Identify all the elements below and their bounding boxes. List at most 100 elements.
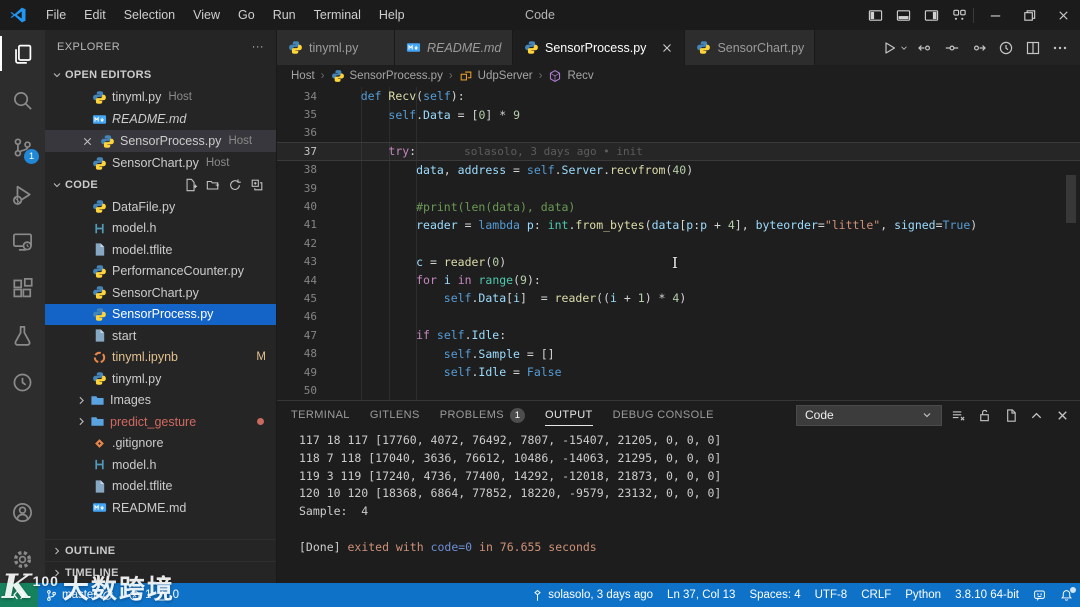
breadcrumb-item[interactable]: Recv [548,69,594,84]
open-editor-item[interactable]: SensorProcess.py Host [45,130,276,152]
breadcrumb-item[interactable]: Host [291,70,315,82]
tree-file[interactable]: PerformanceCounter.py [45,261,276,283]
panel-tab-terminal[interactable]: TERMINAL [291,401,350,429]
tab-readme-md[interactable]: README.md [395,30,513,65]
tab-sensorchart-py[interactable]: SensorChart.py [685,30,816,65]
unlock-icon[interactable] [974,405,994,425]
split-editor-icon[interactable] [1021,36,1045,60]
close-panel-icon[interactable] [1052,405,1072,425]
activity-search[interactable] [0,77,45,124]
panel-tab-debug-console[interactable]: DEBUG CONSOLE [613,401,714,429]
tree-file[interactable]: SensorChart.py [45,282,276,304]
menu-file[interactable]: File [37,0,75,30]
status-cursor-position[interactable]: Ln 37, Col 13 [660,583,742,607]
open-log-file-icon[interactable] [1000,405,1020,425]
menu-run[interactable]: Run [264,0,305,30]
tree-file[interactable]: model.tflite [45,239,276,261]
outline-section-header[interactable]: OUTLINE [45,539,276,561]
menu-go[interactable]: Go [229,0,264,30]
new-folder-icon[interactable] [204,176,222,194]
code-line[interactable]: 45 self.Data[i] = reader((i + 1) * 4) [277,289,1080,307]
tab-sensorprocess-py[interactable]: SensorProcess.py [513,30,686,65]
editor-scrollbar[interactable] [1066,175,1076,223]
tree-file[interactable]: SensorProcess.py [45,303,276,325]
menu-view[interactable]: View [184,0,229,30]
status-problems-summary[interactable]: 10 [121,583,186,607]
panel-tab-output[interactable]: OUTPUT [545,401,593,429]
code-line[interactable]: 41 reader = lambda p: int.from_bytes(dat… [277,216,1080,234]
code-line[interactable]: 46 [277,308,1080,326]
activity-source-control[interactable]: 1 [0,124,45,171]
minimize-button[interactable] [978,0,1012,30]
code-line[interactable]: 34 def Recv(self): [277,87,1080,105]
previous-change-icon[interactable] [913,36,937,60]
open-editors-section-header[interactable]: OPEN EDITORS [45,64,276,86]
output-channel-select[interactable]: Code [796,404,942,426]
more-actions-icon[interactable] [1048,36,1072,60]
breadcrumb-item[interactable]: UdpServer [459,69,533,84]
status-notifications[interactable] [1053,583,1080,607]
status-indentation[interactable]: Spaces: 4 [742,583,807,607]
status-end-of-line[interactable]: CRLF [854,583,898,607]
maximize-panel-icon[interactable] [1026,405,1046,425]
tree-file[interactable]: model.h [45,454,276,476]
tree-folder[interactable]: Images [45,390,276,412]
status-feedback[interactable] [1026,583,1053,607]
activity-gitlens[interactable] [0,359,45,406]
code-line[interactable]: 40 #print(len(data), data) [277,197,1080,215]
tab-tinyml-py[interactable]: tinyml.py [277,30,395,65]
tree-file[interactable]: README.md [45,497,276,519]
maximize-restore-button[interactable] [1012,0,1046,30]
timeline-section-header[interactable]: TIMELINE [45,561,276,583]
code-line[interactable]: 50 [277,381,1080,399]
menu-help[interactable]: Help [370,0,414,30]
code-line[interactable]: 44 for i in range(9): [277,271,1080,289]
code-line[interactable]: 43 c = reader(0) [277,253,1080,271]
close-tab-icon[interactable] [660,41,674,55]
status-python-interpreter[interactable]: 3.8.10 64-bit [948,583,1026,607]
open-changes-icon[interactable] [940,36,964,60]
gitlens-annotations-icon[interactable] [994,36,1018,60]
tree-folder[interactable]: predict_gesture [45,411,276,433]
status-gitlens-blame[interactable]: solasolo, 3 days ago [524,583,660,607]
clear-output-icon[interactable] [948,405,968,425]
layout-sidebar-left-icon[interactable] [861,8,889,23]
menu-edit[interactable]: Edit [75,0,115,30]
code-line[interactable]: 39 [277,179,1080,197]
output-content[interactable]: 117 18 117 [17760, 4072, 76492, 7807, -1… [277,429,1080,583]
status-git-branch[interactable]: master [38,583,121,607]
open-editor-item[interactable]: README.md [45,108,276,130]
activity-run-and-debug[interactable] [0,171,45,218]
panel-tab-problems[interactable]: PROBLEMS 1 [440,401,526,429]
code-line[interactable]: 49 self.Idle = False [277,363,1080,381]
code-line[interactable]: 36 [277,124,1080,142]
code-line[interactable]: 38 data, address = self.Server.recvfrom(… [277,161,1080,179]
activity-accounts[interactable] [0,489,45,536]
code-line[interactable]: 37 try: solasolo, 3 days ago • init [277,142,1080,161]
activity-settings[interactable] [0,536,45,583]
layout-sidebar-right-icon[interactable] [917,8,945,23]
menu-selection[interactable]: Selection [115,0,184,30]
tree-file[interactable]: start [45,325,276,347]
dropdown-chevron-icon[interactable] [898,36,910,60]
explorer-more-actions-icon[interactable]: ··· [252,41,264,53]
refresh-icon[interactable] [226,176,244,194]
customize-layout-icon[interactable] [945,8,973,23]
activity-explorer[interactable] [0,30,45,77]
menu-terminal[interactable]: Terminal [305,0,370,30]
status-language-mode[interactable]: Python [898,583,948,607]
tree-file[interactable]: model.tflite [45,476,276,498]
remote-indicator[interactable] [0,583,38,607]
code-line[interactable]: 47 if self.Idle: [277,326,1080,344]
close-window-button[interactable] [1046,0,1080,30]
code-line[interactable]: 48 self.Sample = [] [277,344,1080,362]
layout-panel-icon[interactable] [889,8,917,23]
close-icon[interactable] [81,135,97,148]
collapse-all-icon[interactable] [248,176,266,194]
open-editor-item[interactable]: SensorChart.py Host [45,152,276,174]
code-editor[interactable]: 34 def Recv(self): 35 self.Data = [0] * 9… [277,87,1080,400]
code-line[interactable]: 42 [277,234,1080,252]
activity-testing[interactable] [0,312,45,359]
breadcrumb-item[interactable]: SensorProcess.py [331,69,443,84]
code-section-header[interactable]: CODE [45,174,276,196]
